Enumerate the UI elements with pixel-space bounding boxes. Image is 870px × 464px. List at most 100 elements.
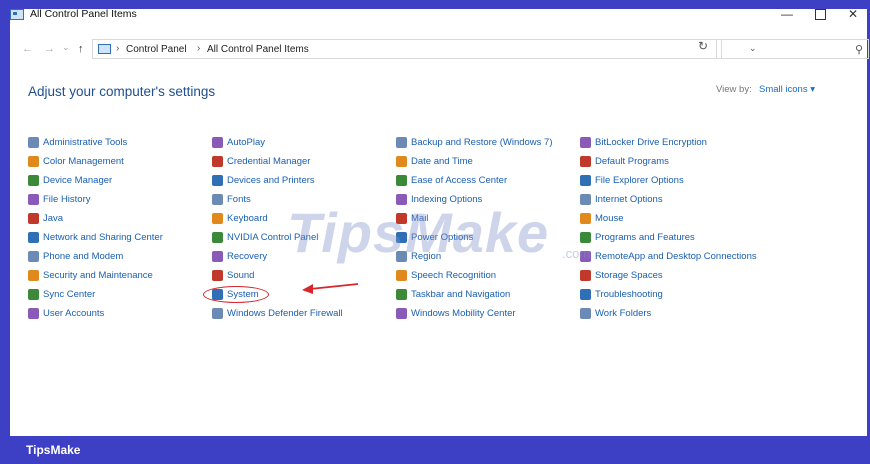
item-label: Storage Spaces: [595, 269, 663, 281]
item-icon: [396, 288, 407, 300]
item-label: Device Manager: [43, 174, 113, 186]
item-icon: [212, 231, 223, 243]
control-panel-item[interactable]: Troubleshooting: [580, 286, 663, 302]
control-panel-item[interactable]: Sound: [212, 267, 254, 283]
control-panel-item[interactable]: Device Manager: [28, 172, 112, 188]
control-panel-item[interactable]: Administrative Tools: [28, 134, 127, 150]
item-icon: [28, 212, 39, 224]
control-panel-item[interactable]: File Explorer Options: [580, 172, 684, 188]
item-icon: [212, 193, 223, 205]
breadcrumb-control-panel[interactable]: Control Panel: [126, 44, 187, 55]
item-label: Backup and Restore (Windows 7): [411, 136, 553, 148]
control-panel-item[interactable]: Backup and Restore (Windows 7): [396, 134, 553, 150]
breadcrumb-all-items[interactable]: All Control Panel Items: [207, 44, 309, 55]
search-icon: ⚲: [854, 44, 863, 56]
title-bar: [10, 9, 867, 37]
control-panel-item[interactable]: Date and Time: [396, 153, 473, 169]
control-panel-item[interactable]: Color Management: [28, 153, 124, 169]
item-label: File Explorer Options: [595, 174, 684, 186]
forward-button[interactable]: →: [44, 43, 55, 55]
breadcrumb-separator-icon: ›: [197, 43, 201, 54]
item-label: Sync Center: [43, 288, 96, 300]
item-label: Fonts: [227, 193, 251, 205]
item-icon: [212, 174, 223, 186]
address-bar[interactable]: › Control Panel › All Control Panel Item…: [92, 39, 757, 59]
item-icon: [396, 136, 407, 148]
control-panel-item[interactable]: Phone and Modem: [28, 248, 123, 264]
control-panel-item[interactable]: Mouse: [580, 210, 624, 226]
item-label: Color Management: [43, 155, 124, 167]
item-label: Security and Maintenance: [43, 269, 153, 281]
control-panel-item[interactable]: Taskbar and Navigation: [396, 286, 510, 302]
up-button[interactable]: ↑: [78, 43, 84, 55]
control-panel-crumb-icon: [98, 44, 111, 54]
control-panel-item[interactable]: Network and Sharing Center: [28, 229, 163, 245]
item-icon: [580, 155, 591, 167]
control-panel-item[interactable]: RemoteApp and Desktop Connections: [580, 248, 757, 264]
control-panel-item[interactable]: BitLocker Drive Encryption: [580, 134, 707, 150]
control-panel-item[interactable]: Windows Mobility Center: [396, 305, 516, 321]
item-icon: [212, 307, 223, 319]
control-panel-item[interactable]: Devices and Printers: [212, 172, 315, 188]
minimize-button[interactable]: —: [770, 3, 804, 25]
item-label: Date and Time: [411, 155, 473, 167]
control-panel-item[interactable]: Java: [28, 210, 63, 226]
view-by-label: View by:: [716, 84, 752, 95]
control-panel-item[interactable]: File History: [28, 191, 91, 207]
item-icon: [28, 269, 39, 281]
maximize-icon: [814, 8, 826, 20]
item-label: Speech Recognition: [411, 269, 497, 281]
item-label: Keyboard: [227, 212, 268, 224]
item-label: Sound: [227, 269, 255, 281]
item-icon: [396, 174, 407, 186]
control-panel-item[interactable]: Recovery: [212, 248, 267, 264]
control-panel-item[interactable]: Internet Options: [580, 191, 663, 207]
item-label: Programs and Features: [595, 231, 695, 243]
control-panel-item[interactable]: AutoPlay: [212, 134, 265, 150]
watermark-suffix: .com: [562, 246, 591, 261]
item-label: Ease of Access Center: [411, 174, 508, 186]
item-label: Troubleshooting: [595, 288, 663, 300]
control-panel-item[interactable]: Storage Spaces: [580, 267, 663, 283]
recent-locations-button[interactable]: ⌄: [62, 42, 70, 53]
maximize-button[interactable]: [803, 3, 837, 25]
window-title: All Control Panel Items: [30, 8, 137, 20]
item-icon: [396, 155, 407, 167]
control-panel-item[interactable]: Keyboard: [212, 210, 268, 226]
control-panel-item[interactable]: Programs and Features: [580, 229, 695, 245]
item-icon: [580, 174, 591, 186]
back-button[interactable]: ←: [22, 43, 33, 55]
control-panel-item[interactable]: Work Folders: [580, 305, 651, 321]
item-label: Default Programs: [595, 155, 669, 167]
breadcrumb-separator-icon: ›: [116, 43, 120, 54]
control-panel-item[interactable]: Fonts: [212, 191, 251, 207]
control-panel-item[interactable]: User Accounts: [28, 305, 104, 321]
control-panel-item[interactable]: Default Programs: [580, 153, 669, 169]
item-label: Devices and Printers: [227, 174, 315, 186]
control-panel-item[interactable]: Windows Defender Firewall: [212, 305, 343, 321]
control-panel-item[interactable]: Credential Manager: [212, 153, 310, 169]
control-panel-item[interactable]: Sync Center: [28, 286, 95, 302]
item-icon: [580, 231, 591, 243]
control-panel-item[interactable]: Ease of Access Center: [396, 172, 507, 188]
control-panel-item[interactable]: Speech Recognition: [396, 267, 496, 283]
address-row: ← → ⌄ ↑ › Control Panel › All Control Pa…: [10, 37, 869, 63]
item-icon: [212, 269, 223, 281]
search-input[interactable]: ⚲: [716, 39, 869, 59]
item-label: User Accounts: [43, 307, 105, 319]
highlight-ellipse: [203, 286, 269, 303]
close-button[interactable]: ✕: [836, 3, 870, 25]
footer-brand: TipsMake: [26, 443, 81, 457]
refresh-button[interactable]: ↻: [698, 39, 708, 53]
control-panel-app-icon: [10, 9, 24, 20]
view-by-dropdown[interactable]: Small icons ▾: [759, 84, 815, 95]
item-icon: [396, 269, 407, 281]
item-label: File History: [43, 193, 91, 205]
item-icon: [580, 193, 591, 205]
item-icon: [580, 307, 591, 319]
item-icon: [28, 136, 39, 148]
item-icon: [396, 307, 407, 319]
control-panel-item[interactable]: Security and Maintenance: [28, 267, 153, 283]
item-icon: [28, 307, 39, 319]
item-label: RemoteApp and Desktop Connections: [595, 250, 757, 262]
